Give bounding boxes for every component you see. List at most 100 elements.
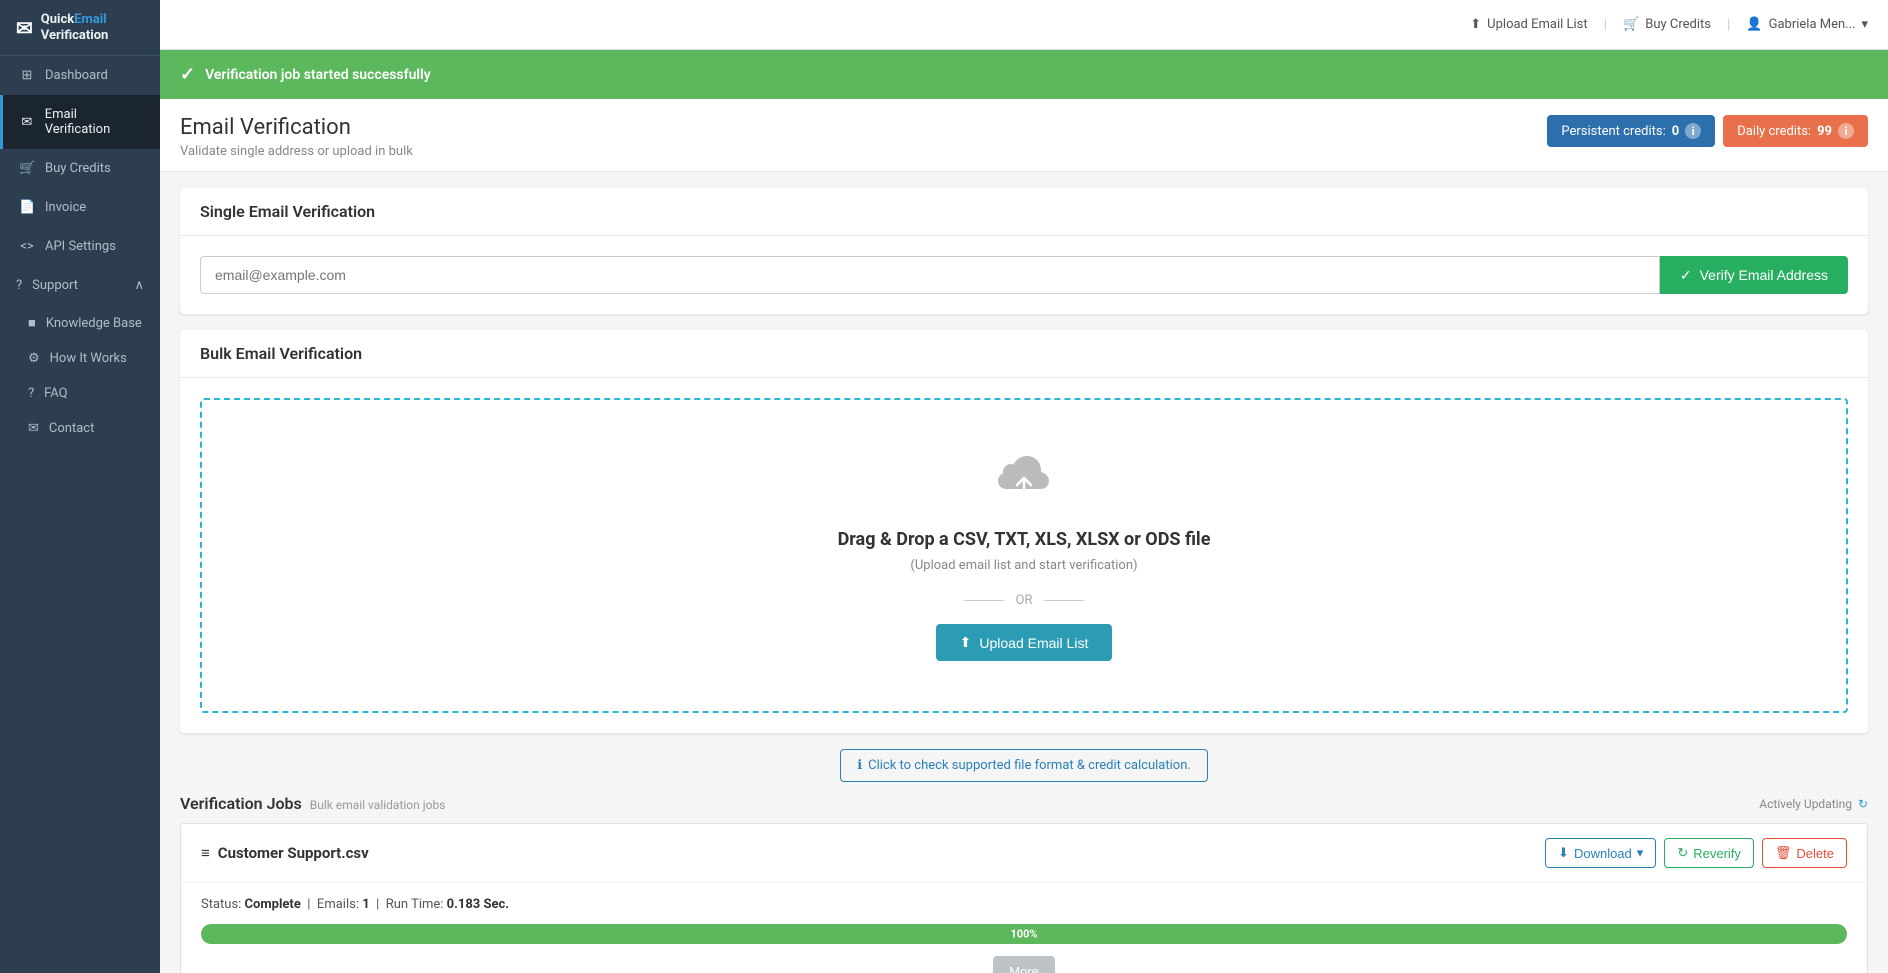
logo-text-email: Email <box>74 12 106 27</box>
verify-btn-label: Verify Email Address <box>1700 267 1828 283</box>
info-icon: ℹ <box>857 758 862 773</box>
page-subtitle: Validate single address or upload in bul… <box>180 144 413 159</box>
sidebar-item-email-verification-label: Email Verification <box>45 107 144 137</box>
more-button[interactable]: More <box>993 956 1055 973</box>
cart-icon: 🛒 <box>1623 17 1639 32</box>
upload-email-list-label: Upload Email List <box>1487 17 1587 32</box>
bulk-email-card-header: Bulk Email Verification <box>180 330 1868 378</box>
download-button[interactable]: ⬇ Download ▾ <box>1545 838 1656 868</box>
buy-credits-icon: 🛒 <box>19 161 35 176</box>
topbar: ⬆ Upload Email List | 🛒 Buy Credits | 👤 … <box>160 0 1888 50</box>
reverify-icon: ↻ <box>1677 845 1688 861</box>
support-chevron-icon: ∧ <box>134 278 144 293</box>
drop-zone-subtitle: (Upload email list and start verificatio… <box>222 558 1826 573</box>
sidebar-item-contact-label: Contact <box>49 421 94 436</box>
info-link-bar: ℹ Click to check supported file format &… <box>180 749 1868 782</box>
download-dropdown-icon: ▾ <box>1637 845 1644 861</box>
verify-email-button[interactable]: ✓ Verify Email Address <box>1660 256 1848 294</box>
success-message: Verification job started successfully <box>205 67 431 83</box>
job-filename: Customer Support.csv <box>218 844 369 862</box>
sidebar-item-api-settings-label: API Settings <box>45 239 116 254</box>
contact-icon: ✉ <box>28 421 39 436</box>
dashboard-icon: ⊞ <box>19 68 35 83</box>
sidebar-item-email-verification[interactable]: ✉ Email Verification <box>0 95 160 149</box>
job-file-icon: ≡ <box>201 844 210 862</box>
how-it-works-icon: ⚙ <box>28 351 40 366</box>
delete-icon: 🗑 <box>1775 845 1792 861</box>
email-input[interactable] <box>200 256 1660 294</box>
invoice-icon: 📄 <box>19 200 35 215</box>
delete-button[interactable]: 🗑 Delete <box>1762 838 1847 868</box>
sidebar-item-contact[interactable]: ✉ Contact <box>0 411 160 446</box>
bulk-email-card: Bulk Email Verification Drag & Drop a CS… <box>180 330 1868 733</box>
support-label: Support <box>32 278 78 293</box>
job-emails: 1 <box>362 897 369 912</box>
persistent-credits-info-icon[interactable]: i <box>1685 123 1701 139</box>
daily-credits-info-icon[interactable]: i <box>1838 123 1854 139</box>
sidebar-item-invoice[interactable]: 📄 Invoice <box>0 188 160 227</box>
file-drop-zone[interactable]: Drag & Drop a CSV, TXT, XLS, XLSX or ODS… <box>200 398 1848 713</box>
or-divider: OR <box>222 593 1826 608</box>
support-icon: ? <box>16 278 22 293</box>
upload-btn-label: Upload Email List <box>979 635 1088 651</box>
single-email-card-header: Single Email Verification <box>180 188 1868 236</box>
cloud-upload-icon <box>222 450 1826 513</box>
user-menu[interactable]: 👤 Gabriela Men... ▾ <box>1746 17 1868 32</box>
persistent-credits-count: 0 <box>1672 124 1679 139</box>
jobs-title-text: Verification Jobs <box>180 794 302 813</box>
topbar-divider-2: | <box>1727 17 1730 33</box>
download-icon: ⬇ <box>1558 845 1569 861</box>
upload-email-list-link[interactable]: ⬆ Upload Email List <box>1470 17 1587 32</box>
sidebar-item-how-it-works-label: How It Works <box>50 351 127 366</box>
reverify-button[interactable]: ↻ Reverify <box>1664 838 1754 868</box>
job-name: ≡ Customer Support.csv <box>201 844 369 862</box>
single-email-form: ✓ Verify Email Address <box>200 256 1848 294</box>
verify-icon: ✓ <box>1680 267 1692 284</box>
actively-updating-indicator: Actively Updating ↻ <box>1759 797 1868 811</box>
logo-text-quick: Quick <box>41 12 74 27</box>
sidebar-item-faq[interactable]: ? FAQ <box>0 376 160 411</box>
refresh-icon: ↻ <box>1858 797 1868 811</box>
support-section-header[interactable]: ? Support ∧ <box>0 266 160 305</box>
logo-text-verify: Verification <box>41 28 109 43</box>
bulk-email-card-body: Drag & Drop a CSV, TXT, XLS, XLSX or ODS… <box>180 378 1868 733</box>
credits-badges: Persistent credits: 0 i Daily credits: 9… <box>1547 115 1868 147</box>
email-verification-icon: ✉ <box>19 115 35 130</box>
verification-jobs-section: Verification Jobs Bulk email validation … <box>180 794 1868 973</box>
job-actions: ⬇ Download ▾ ↻ Reverify 🗑 Delete <box>1545 838 1847 868</box>
job-card-body: Status: Complete | Emails: 1 | Run Time:… <box>181 883 1867 973</box>
success-check-icon: ✓ <box>180 64 195 85</box>
file-format-info-link[interactable]: ℹ Click to check supported file format &… <box>840 749 1208 782</box>
download-label: Download <box>1574 846 1632 861</box>
topbar-divider-1: | <box>1604 17 1607 33</box>
daily-credits-badge: Daily credits: 99 i <box>1723 115 1868 147</box>
faq-icon: ? <box>28 386 34 401</box>
upload-btn-icon: ⬆ <box>960 634 972 651</box>
sidebar-item-faq-label: FAQ <box>44 386 67 401</box>
single-email-card: Single Email Verification ✓ Verify Email… <box>180 188 1868 314</box>
job-card: ≡ Customer Support.csv ⬇ Download ▾ ↻ Re… <box>180 823 1868 973</box>
jobs-subtitle: Bulk email validation jobs <box>310 798 446 812</box>
sidebar-item-invoice-label: Invoice <box>45 200 86 215</box>
upload-email-list-button[interactable]: ⬆ Upload Email List <box>936 624 1113 661</box>
sidebar-item-buy-credits[interactable]: 🛒 Buy Credits <box>0 149 160 188</box>
success-banner: ✓ Verification job started successfully <box>160 50 1888 99</box>
job-status-line: Status: Complete | Emails: 1 | Run Time:… <box>201 897 1847 912</box>
app-logo: ✉ QuickEmailVerification <box>0 0 160 56</box>
sidebar-item-dashboard[interactable]: ⊞ Dashboard <box>0 56 160 95</box>
job-run-time: 0.183 Sec. <box>447 897 509 912</box>
drop-zone-title: Drag & Drop a CSV, TXT, XLS, XLSX or ODS… <box>222 529 1826 550</box>
content-area: ✓ Verification job started successfully … <box>160 50 1888 973</box>
sidebar-item-knowledge-base[interactable]: ■ Knowledge Base <box>0 305 160 341</box>
sidebar-item-how-it-works[interactable]: ⚙ How It Works <box>0 341 160 376</box>
main-content: ⬆ Upload Email List | 🛒 Buy Credits | 👤 … <box>160 0 1888 973</box>
sidebar-item-api-settings[interactable]: <> API Settings <box>0 227 160 266</box>
progress-label: 100% <box>1010 928 1037 941</box>
sidebar: ✉ QuickEmailVerification ⊞ Dashboard ✉ E… <box>0 0 160 973</box>
buy-credits-topbar-label: Buy Credits <box>1645 17 1711 32</box>
persistent-credits-badge: Persistent credits: 0 i <box>1547 115 1715 147</box>
sidebar-item-buy-credits-label: Buy Credits <box>45 161 111 176</box>
persistent-credits-label: Persistent credits: <box>1561 124 1665 139</box>
buy-credits-topbar-link[interactable]: 🛒 Buy Credits <box>1623 17 1711 32</box>
page-title: Email Verification <box>180 115 413 140</box>
